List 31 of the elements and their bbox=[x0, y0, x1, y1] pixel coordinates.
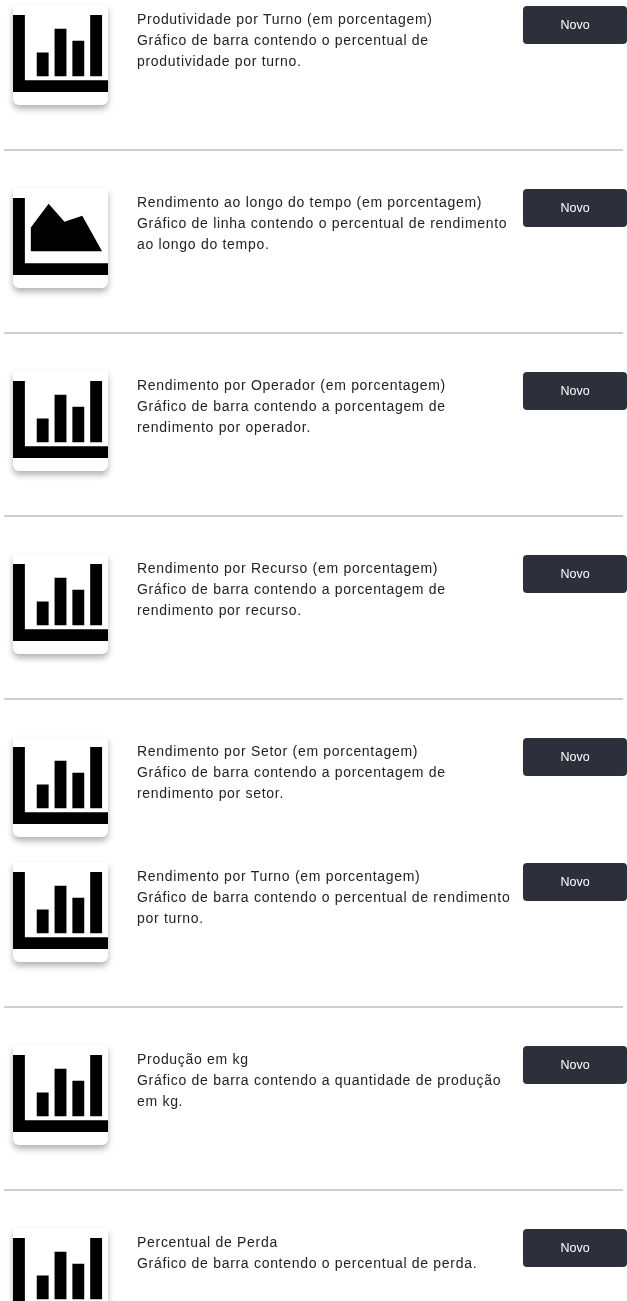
new-button[interactable]: Novo bbox=[523, 863, 627, 901]
chart-title: Rendimento por Operador (em porcentagem) bbox=[137, 376, 447, 395]
new-button[interactable]: Novo bbox=[523, 1046, 627, 1084]
chart-description: Gráfico de barra contendo a porcentagem de rendimento por recurso. bbox=[137, 580, 447, 620]
chart-title: Rendimento por Recurso (em porcentagem) bbox=[137, 559, 440, 578]
new-button[interactable]: Novo bbox=[523, 1229, 627, 1267]
chart-description: Gráfico de barra contendo o percentual de produtividade por turno. bbox=[137, 31, 430, 71]
chart-title: Percentual de Perda bbox=[137, 1233, 279, 1252]
new-button[interactable]: Novo bbox=[523, 738, 627, 776]
new-button[interactable]: Novo bbox=[523, 189, 627, 227]
chart-title: Produção em kg bbox=[137, 1050, 250, 1069]
chart-description: Gráfico de barra contendo o percentual de perda. bbox=[137, 1254, 479, 1273]
bar-chart-icon bbox=[13, 737, 108, 837]
bar-chart-icon bbox=[13, 371, 108, 471]
chart-description: Gráfico de barra contendo a porcentagem de rendimento por operador. bbox=[137, 397, 447, 437]
bar-chart-icon bbox=[13, 5, 108, 105]
chart-description: Gráfico de barra contendo a quantidade de produção em kg. bbox=[137, 1071, 503, 1111]
chart-description: Gráfico de barra contendo o percentual de rendimento por turno. bbox=[137, 888, 512, 928]
chart-title: Rendimento por Turno (em porcentagem) bbox=[137, 867, 422, 886]
bar-chart-icon bbox=[13, 862, 108, 962]
new-button[interactable]: Novo bbox=[523, 6, 627, 44]
chart-description: Gráfico de linha contendo o percentual de rendimento ao longo do tempo. bbox=[137, 214, 509, 254]
new-button[interactable]: Novo bbox=[523, 555, 627, 593]
chart-description: Gráfico de barra contendo a porcentagem de rendimento por setor. bbox=[137, 763, 447, 803]
chart-title: Rendimento ao longo do tempo (em porcentagem) bbox=[137, 193, 484, 212]
bar-chart-icon bbox=[13, 1045, 108, 1145]
area-chart-icon bbox=[13, 188, 108, 288]
new-button[interactable]: Novo bbox=[523, 372, 627, 410]
chart-title: Rendimento por Setor (em porcentagem) bbox=[137, 742, 420, 761]
chart-title: Produtividade por Turno (em porcentagem) bbox=[137, 10, 434, 29]
bar-chart-icon bbox=[13, 554, 108, 654]
